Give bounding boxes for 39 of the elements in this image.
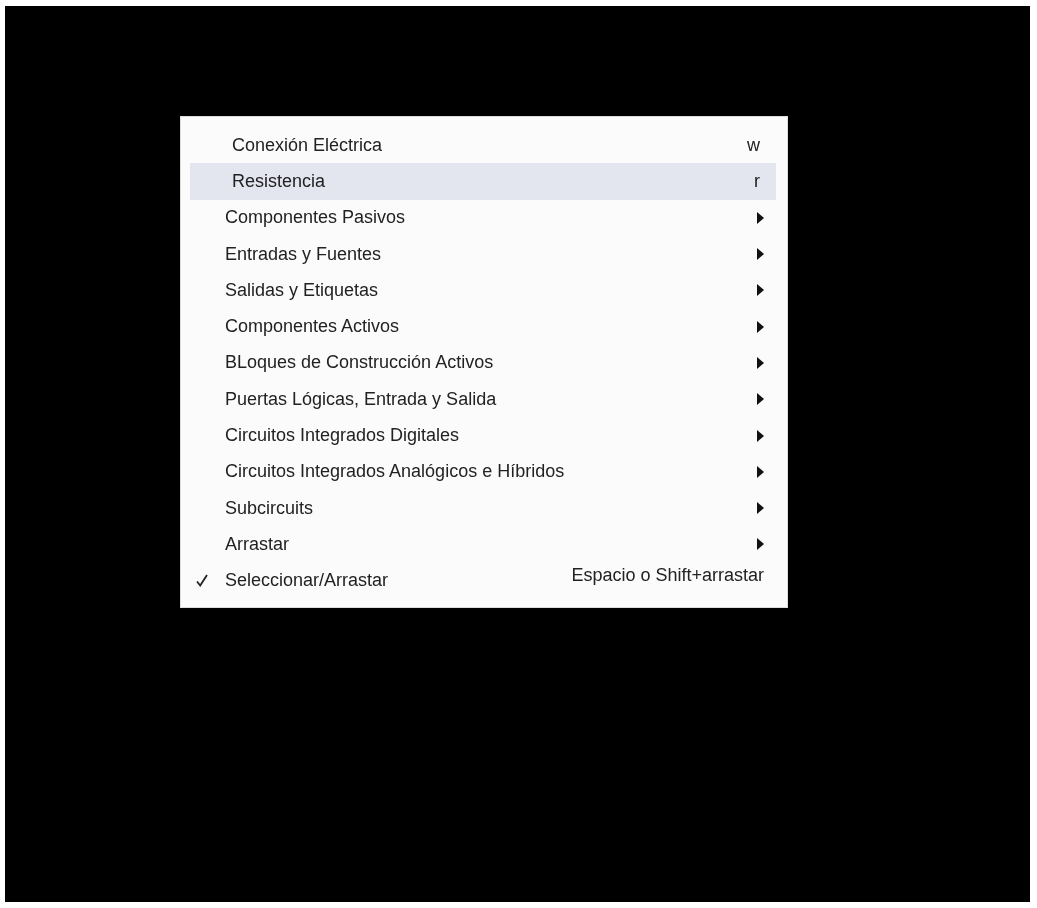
submenu-arrow-icon bbox=[757, 248, 764, 261]
menu-item-label: Circuitos Integrados Analógicos e Híbridos bbox=[225, 461, 566, 483]
menu-item[interactable]: Subcircuits bbox=[190, 489, 776, 527]
shortcut-hint: w bbox=[747, 134, 761, 156]
menu-item[interactable]: Arrastar bbox=[190, 526, 776, 563]
menu-item-label: Componentes Activos bbox=[225, 316, 401, 338]
menu-item-label: Puertas Lógicas, Entrada y Salida bbox=[225, 388, 498, 410]
submenu-arrow-icon bbox=[757, 538, 764, 551]
menu-item[interactable]: Entradas y Fuentes bbox=[190, 235, 776, 273]
submenu-arrow-icon bbox=[757, 320, 764, 333]
menu-item[interactable]: BLoques de Construcción Activos bbox=[190, 344, 776, 382]
submenu-arrow-icon bbox=[757, 356, 764, 369]
submenu-arrow-icon bbox=[757, 465, 764, 478]
menu-item[interactable]: Resistencia r bbox=[190, 163, 776, 200]
menu-item-label: Seleccionar/Arrastar bbox=[225, 570, 390, 592]
menu-item[interactable]: Salidas y Etiquetas bbox=[190, 272, 776, 309]
menu-item-label: Circuitos Integrados Digitales bbox=[225, 425, 461, 446]
menu-item[interactable]: Puertas Lógicas, Entrada y Salida bbox=[190, 381, 776, 418]
menu-item-label: Conexión Eléctrica bbox=[232, 134, 384, 156]
menu-item[interactable]: Circuitos Integrados Analógicos e Híbridos bbox=[190, 453, 776, 490]
menu-item[interactable]: Componentes Activos bbox=[190, 308, 776, 345]
menu-item-label: Arrastar bbox=[225, 533, 290, 555]
menu-item[interactable]: Componentes Pasivos bbox=[190, 199, 776, 236]
menu-item-label: Salidas y Etiquetas bbox=[225, 279, 380, 301]
shortcut-hint: r bbox=[754, 170, 761, 192]
submenu-arrow-icon bbox=[757, 429, 764, 442]
menu-item[interactable]: Conexión Eléctrica w bbox=[190, 127, 776, 164]
submenu-arrow-icon bbox=[757, 393, 764, 406]
menu-item-label: Componentes Pasivos bbox=[225, 207, 407, 229]
menu-item[interactable]: Circuitos Integrados Digitales bbox=[190, 417, 776, 454]
menu-item[interactable]: Seleccionar/Arrastar Espacio o Shift+arrastar bbox=[190, 562, 776, 599]
shortcut-hint: Espacio o Shift+arrastar bbox=[571, 565, 764, 587]
menu-item-label: Subcircuits bbox=[225, 497, 315, 519]
submenu-arrow-icon bbox=[757, 211, 764, 224]
menu-item-label: Resistencia bbox=[232, 170, 327, 192]
menu-item-label: BLoques de Construcción Activos bbox=[225, 352, 495, 374]
submenu-arrow-icon bbox=[757, 502, 764, 515]
submenu-arrow-icon bbox=[757, 284, 764, 297]
menu-item-label: Entradas y Fuentes bbox=[225, 243, 383, 265]
